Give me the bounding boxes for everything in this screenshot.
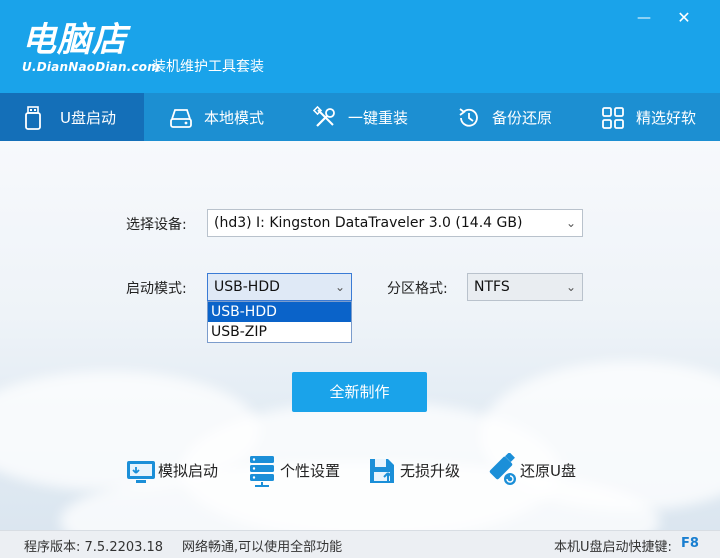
restore-usb-button[interactable]: 还原U盘	[486, 450, 576, 490]
partition-select-value: NTFS	[474, 279, 510, 295]
hard-disk-icon	[168, 105, 194, 131]
tab-featured-software[interactable]: 精选好软	[576, 93, 720, 141]
main-nav: U盘启动 本地模式 一键重装 备份还原 精选好软	[0, 93, 720, 141]
minimize-button[interactable]: —	[632, 8, 656, 28]
status-bar: 程序版本: 7.5.2203.18 网络畅通,可以使用全部功能 本机U盘启动快捷…	[0, 530, 720, 558]
lossless-upgrade-label: 无损升级	[400, 461, 461, 480]
close-button[interactable]: ✕	[672, 8, 696, 28]
lossless-upgrade-button[interactable]: 无损升级	[366, 450, 460, 490]
restore-usb-icon	[486, 453, 520, 487]
partition-label: 分区格式:	[387, 281, 448, 297]
boot-mode-label: 启动模式:	[126, 281, 187, 297]
restore-icon	[456, 105, 482, 131]
upgrade-icon	[366, 453, 400, 487]
brand-logo: 电脑店 U.DianNaoDian.com	[22, 22, 160, 74]
simulate-boot-label: 模拟启动	[158, 461, 219, 480]
restore-usb-label: 还原U盘	[520, 461, 576, 480]
tab-featured-software-label: 精选好软	[636, 109, 697, 127]
tab-backup-restore-label: 备份还原	[492, 109, 553, 127]
boot-hotkey-value: F8	[681, 536, 699, 551]
boot-mode-dropdown: USB-HDD USB-ZIP	[207, 301, 352, 343]
boot-mode-select[interactable]: USB-HDD ⌄	[207, 273, 352, 301]
network-status: 网络畅通,可以使用全部功能	[182, 540, 343, 555]
tab-one-click-reinstall-label: 一键重装	[348, 109, 409, 127]
boot-hotkey-label: 本机U盘启动快捷键:	[554, 540, 672, 555]
brand-url: U.DianNaoDian.com	[22, 60, 160, 74]
tab-one-click-reinstall[interactable]: 一键重装	[288, 93, 432, 141]
title-bar: 电脑店 U.DianNaoDian.com 装机维护工具套装 — ✕	[0, 0, 720, 93]
boot-mode-option-usb-hdd[interactable]: USB-HDD	[208, 302, 351, 322]
tab-usb-boot[interactable]: U盘启动	[0, 93, 144, 141]
simulate-boot-icon	[124, 453, 158, 487]
tab-backup-restore[interactable]: 备份还原	[432, 93, 576, 141]
chevron-down-icon: ⌄	[565, 280, 576, 294]
server-settings-icon	[246, 453, 280, 487]
chevron-down-icon: ⌄	[565, 216, 576, 230]
create-new-button[interactable]: 全新制作	[292, 372, 427, 412]
device-label: 选择设备:	[126, 217, 187, 233]
tab-usb-boot-label: U盘启动	[60, 109, 116, 127]
brand-name: 电脑店	[22, 20, 127, 60]
simulate-boot-button[interactable]: 模拟启动	[124, 450, 218, 490]
apps-grid-icon	[600, 105, 626, 131]
usb-drive-icon	[20, 105, 46, 131]
partition-select[interactable]: NTFS ⌄	[467, 273, 583, 301]
tools-icon	[312, 105, 338, 131]
content-area	[0, 141, 720, 530]
chevron-down-icon: ⌄	[334, 280, 345, 294]
device-select[interactable]: (hd3) I: Kingston DataTraveler 3.0 (14.4…	[207, 209, 583, 237]
boot-mode-select-value: USB-HDD	[214, 279, 280, 295]
program-version: 程序版本: 7.5.2203.18	[24, 540, 164, 555]
device-select-value: (hd3) I: Kingston DataTraveler 3.0 (14.4…	[214, 215, 523, 231]
tab-local-mode[interactable]: 本地模式	[144, 93, 288, 141]
personal-settings-button[interactable]: 个性设置	[246, 450, 340, 490]
boot-mode-option-usb-zip[interactable]: USB-ZIP	[208, 322, 351, 342]
tab-local-mode-label: 本地模式	[204, 109, 265, 127]
app-subtitle: 装机维护工具套装	[152, 59, 264, 75]
personal-settings-label: 个性设置	[280, 461, 341, 480]
